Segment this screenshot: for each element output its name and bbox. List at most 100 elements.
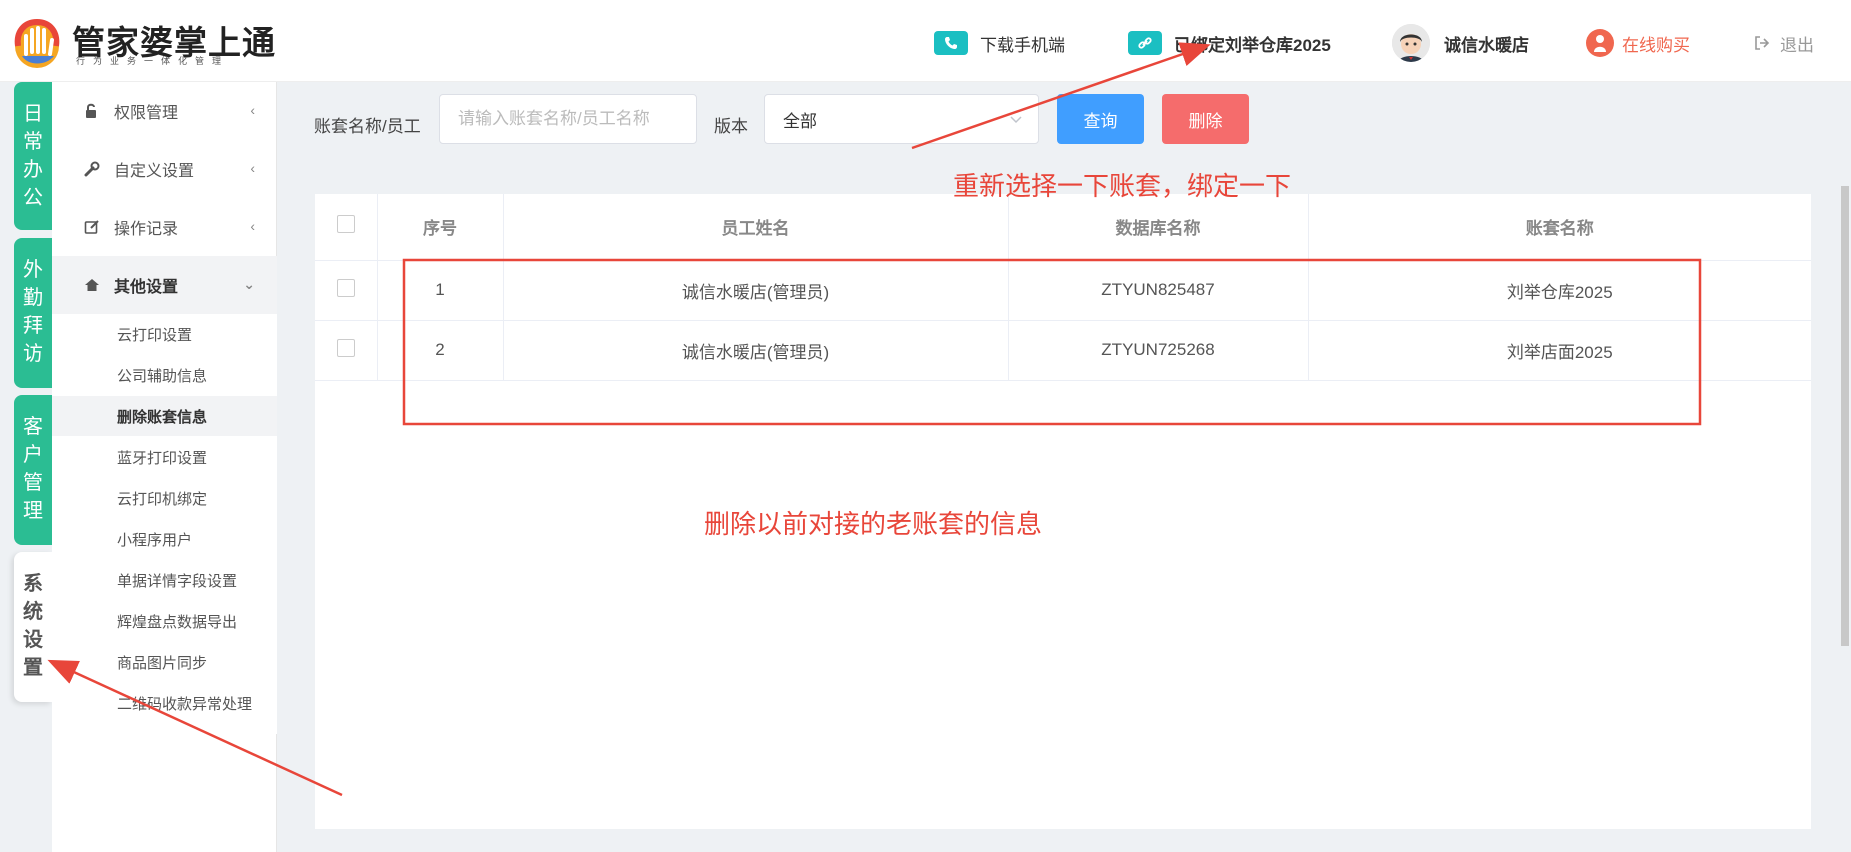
version-value: 全部 [783, 111, 817, 131]
row-database: ZTYUN725268 [1008, 320, 1309, 381]
logout-label: 退出 [1780, 35, 1814, 55]
table-panel: 序号 员工姓名 数据库名称 账套名称 1 诚信水暖店(管理员) ZTYUN825… [315, 194, 1811, 829]
row-employee: 诚信水暖店(管理员) [503, 260, 1009, 321]
logout-link[interactable]: 退出 [1754, 28, 1814, 58]
sidebar-item-label: 操作记录 [114, 221, 179, 238]
submenu-label: 云打印设置 [117, 326, 193, 344]
lock-icon [84, 103, 102, 119]
other-settings-submenu: 云打印设置 公司辅助信息 删除账套信息 蓝牙打印设置 云打印机绑定 小程序用户 … [52, 314, 277, 734]
column-header-database: 数据库名称 [1008, 194, 1309, 261]
column-header-index: 序号 [377, 194, 504, 261]
download-label: 下载手机端 [980, 35, 1065, 55]
vertical-scrollbar[interactable] [1839, 176, 1851, 826]
row-checkbox[interactable] [336, 278, 355, 297]
link-icon [1128, 31, 1162, 55]
logout-icon [1755, 36, 1770, 50]
row-employee: 诚信水暖店(管理员) [503, 320, 1009, 381]
column-header-employee: 员工姓名 [503, 194, 1009, 261]
account-table: 序号 员工姓名 数据库名称 账套名称 1 诚信水暖店(管理员) ZTYUN825… [315, 194, 1811, 381]
table-row[interactable]: 2 诚信水暖店(管理员) ZTYUN725268 刘举店面2025 [315, 320, 1811, 381]
version-label: 版本 [714, 117, 748, 136]
submenu-label: 删除账套信息 [117, 408, 208, 426]
app-logo[interactable]: 管家婆掌上通 行为业务一体化管理 [10, 14, 275, 70]
submenu-cloud-print-settings[interactable]: 云打印设置 [52, 314, 277, 354]
tab-daily-office[interactable]: 日常办公 [14, 82, 52, 230]
sidebar-item-label: 其他设置 [114, 279, 179, 296]
logo-subtitle: 行为业务一体化管理 [76, 56, 230, 66]
submenu-cloud-printer-binding[interactable]: 云打印机绑定 [52, 478, 277, 518]
bound-account-link[interactable]: 已绑定刘举仓库2025 [1128, 28, 1331, 58]
sidebar-item-operation-log[interactable]: 操作记录 ‹ [52, 198, 277, 256]
buy-online-link[interactable]: 在线购买 [1586, 28, 1690, 58]
chevron-down-icon [1010, 116, 1022, 124]
submenu-label: 二维码收款异常处理 [117, 695, 253, 713]
row-database: ZTYUN825487 [1008, 260, 1309, 321]
sidebar-item-label: 自定义设置 [114, 163, 195, 180]
scrollbar-thumb[interactable] [1841, 186, 1849, 646]
hand-logo-icon [14, 18, 60, 68]
edit-icon [84, 219, 102, 235]
query-button[interactable]: 查询 [1057, 94, 1144, 144]
submenu-label: 单据详情字段设置 [117, 572, 238, 590]
select-all-cell [315, 194, 378, 261]
submenu-huihuang-inventory-export[interactable]: 辉煌盘点数据导出 [52, 601, 277, 641]
tab-customer-management[interactable]: 客户管理 [14, 395, 52, 545]
submenu-company-aux-info[interactable]: 公司辅助信息 [52, 355, 277, 395]
sidebar-item-label: 权限管理 [114, 105, 179, 122]
table-row[interactable]: 1 诚信水暖店(管理员) ZTYUN825487 刘举仓库2025 [315, 260, 1811, 321]
tab-label: 客户管理 [23, 416, 43, 522]
account-name-input[interactable] [458, 109, 696, 129]
tab-label: 日常办公 [23, 103, 43, 209]
filter-bar: 账套名称/员工 版本 全部 查询 删除 [277, 82, 1851, 166]
submenu-bluetooth-print-settings[interactable]: 蓝牙打印设置 [52, 437, 277, 477]
download-mobile-link[interactable]: 下载手机端 [934, 28, 1065, 58]
user-menu[interactable]: 诚信水暖店 [1392, 24, 1529, 62]
sidebar: 权限管理 ‹ 自定义设置 ‹ 操作记录 ‹ 其他设置 ⌄ 云打印设置 公司辅助信… [52, 82, 277, 852]
delete-button[interactable]: 删除 [1162, 94, 1249, 144]
submenu-qr-payment-exception[interactable]: 二维码收款异常处理 [52, 683, 277, 723]
person-icon [1586, 29, 1614, 57]
phone-icon [934, 31, 968, 55]
select-all-checkbox[interactable] [336, 215, 355, 234]
row-index: 2 [377, 320, 504, 381]
submenu-label: 辉煌盘点数据导出 [117, 613, 238, 631]
tab-system-settings[interactable]: 系统设置 [14, 552, 52, 702]
user-name: 诚信水暖店 [1444, 35, 1529, 55]
tab-label: 外勤拜访 [23, 259, 43, 365]
account-name-label: 账套名称/员工 [314, 117, 421, 136]
row-account-set: 刘举仓库2025 [1308, 260, 1811, 321]
row-account-set: 刘举店面2025 [1308, 320, 1811, 381]
sidebar-item-custom-settings[interactable]: 自定义设置 ‹ [52, 140, 277, 198]
version-select[interactable]: 全部 [764, 94, 1039, 144]
submenu-delete-account-info[interactable]: 删除账套信息 [52, 396, 277, 436]
tab-label: 系统设置 [23, 573, 43, 679]
module-tab-strip: 日常办公 外勤拜访 客户管理 系统设置 [0, 82, 52, 852]
sidebar-item-permissions[interactable]: 权限管理 ‹ [52, 82, 277, 140]
row-checkbox[interactable] [336, 338, 355, 357]
main-content: 账套名称/员工 版本 全部 查询 删除 序号 员工姓名 数据库名称 账套名称 [277, 82, 1851, 852]
submenu-label: 商品图片同步 [117, 654, 208, 672]
column-header-account-set: 账套名称 [1308, 194, 1811, 261]
row-index: 1 [377, 260, 504, 321]
table-header-row: 序号 员工姓名 数据库名称 账套名称 [315, 194, 1811, 261]
submenu-product-image-sync[interactable]: 商品图片同步 [52, 642, 277, 682]
chevron-down-icon: ⌄ [243, 276, 255, 292]
home-icon [84, 277, 102, 293]
account-name-input-wrapper [439, 94, 697, 144]
submenu-label: 小程序用户 [117, 531, 193, 549]
sidebar-item-other-settings[interactable]: 其他设置 ⌄ [52, 256, 277, 314]
buy-label: 在线购买 [1622, 35, 1690, 55]
submenu-label: 公司辅助信息 [117, 367, 208, 385]
chevron-left-icon: ‹ [250, 218, 255, 234]
avatar [1392, 24, 1430, 62]
submenu-label: 云打印机绑定 [117, 490, 208, 508]
submenu-label: 蓝牙打印设置 [117, 449, 208, 467]
bound-account-label: 已绑定刘举仓库2025 [1174, 35, 1331, 55]
wrench-icon [84, 161, 102, 177]
submenu-document-detail-fields[interactable]: 单据详情字段设置 [52, 560, 277, 600]
top-header: 管家婆掌上通 行为业务一体化管理 下载手机端 已绑定刘举仓库2025 诚信水暖店 [0, 0, 1851, 82]
chevron-left-icon: ‹ [250, 102, 255, 118]
tab-field-visit[interactable]: 外勤拜访 [14, 238, 52, 388]
submenu-mini-program-users[interactable]: 小程序用户 [52, 519, 277, 559]
chevron-left-icon: ‹ [250, 160, 255, 176]
